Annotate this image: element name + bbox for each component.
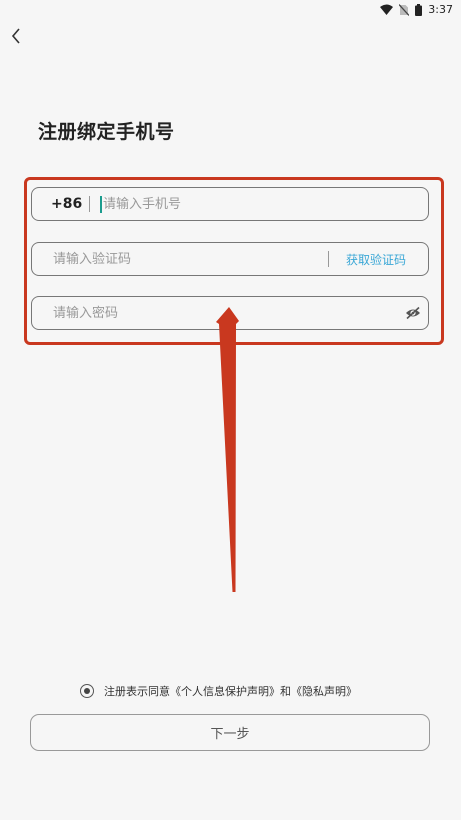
agreement-and: 和	[280, 685, 291, 698]
password-field[interactable]	[31, 296, 429, 330]
text-caret	[100, 195, 102, 213]
back-button[interactable]	[6, 26, 26, 46]
agreement-prefix: 注册表示同意	[104, 685, 170, 698]
no-sim-icon	[399, 3, 410, 16]
country-code-selector[interactable]: +86	[51, 196, 91, 212]
page-title: 注册绑定手机号	[38, 121, 175, 143]
agreement-radio[interactable]	[80, 684, 94, 698]
verification-code-input[interactable]	[53, 249, 313, 269]
agreement-row: 注册表示同意 《个人信息保护声明》 和 《隐私声明》	[80, 683, 357, 699]
eye-hidden-icon[interactable]	[405, 306, 421, 320]
battery-icon	[415, 3, 423, 16]
status-icons: 3:37	[380, 3, 453, 16]
radio-dot	[84, 688, 90, 694]
phone-field[interactable]: +86	[31, 187, 429, 221]
wifi-icon	[380, 4, 394, 15]
field-divider	[89, 196, 90, 212]
next-button[interactable]: 下一步	[30, 714, 430, 751]
get-code-button[interactable]: 获取验证码	[346, 251, 406, 268]
chevron-left-icon	[11, 28, 20, 44]
status-time: 3:37	[428, 3, 453, 16]
phone-input[interactable]	[103, 194, 363, 214]
privacy-statement-link[interactable]: 《隐私声明》	[291, 683, 357, 699]
password-input[interactable]	[53, 303, 373, 323]
field-divider	[328, 251, 329, 267]
privacy-protection-link[interactable]: 《个人信息保护声明》	[170, 683, 280, 699]
verification-code-field[interactable]: 获取验证码	[31, 242, 429, 276]
status-bar: 3:37	[0, 0, 461, 22]
agreement-text: 注册表示同意 《个人信息保护声明》 和 《隐私声明》	[104, 683, 357, 699]
